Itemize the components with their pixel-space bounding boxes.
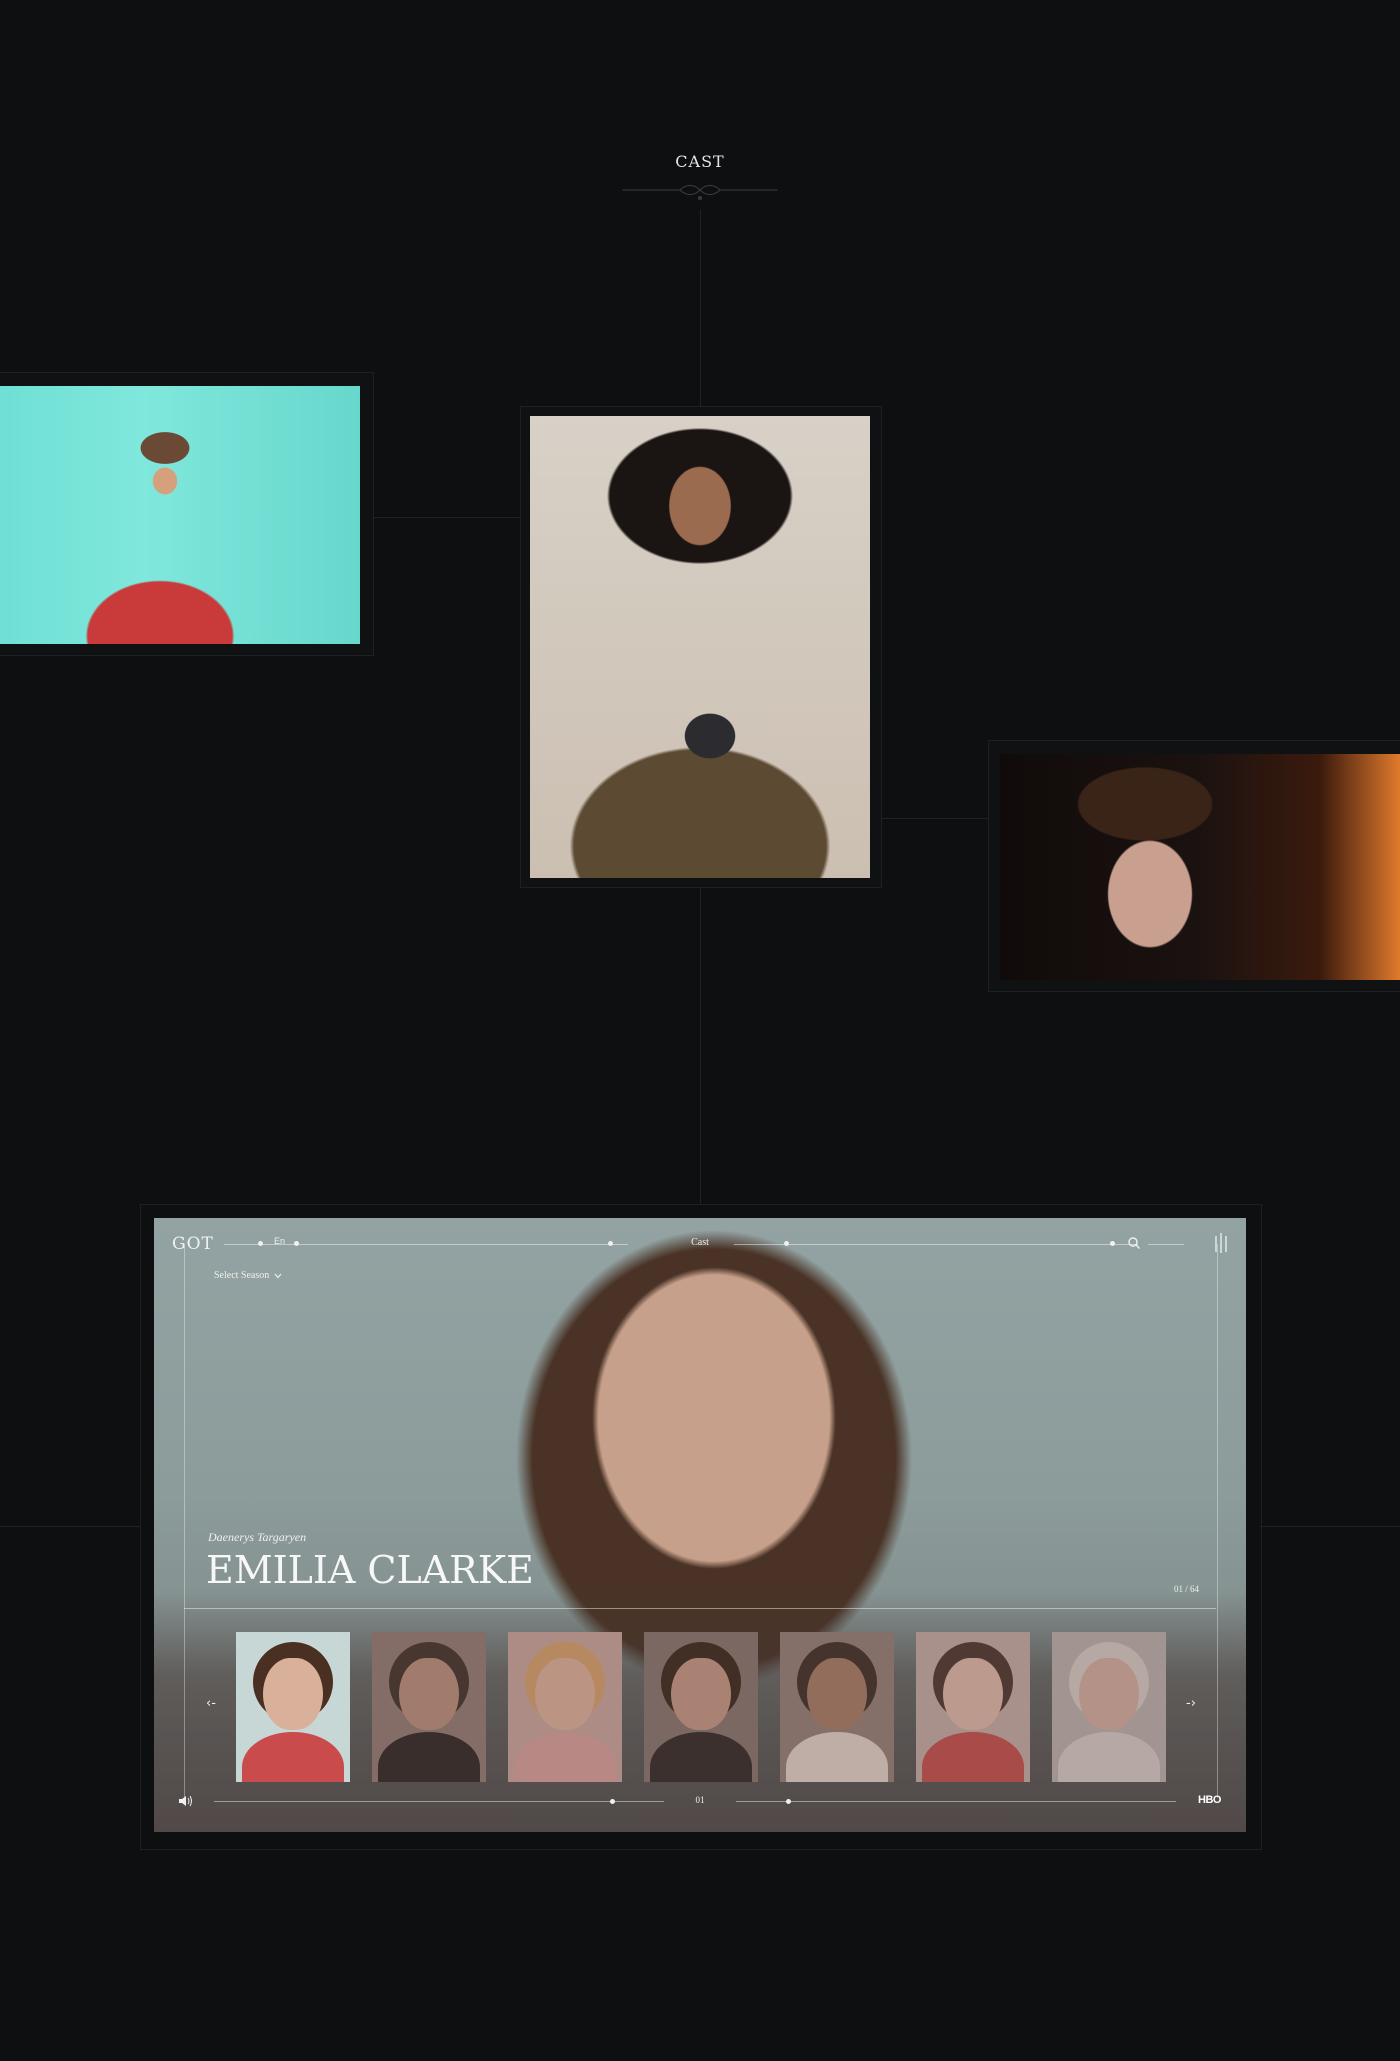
thumbnail-hair <box>933 1642 1013 1722</box>
bottom-bar: 01 HBO <box>154 1792 1246 1812</box>
cast-photo-nathalie[interactable] <box>530 416 870 878</box>
cast-counter: 01 / 64 <box>1174 1584 1200 1594</box>
thumbnail-body <box>1058 1732 1160 1782</box>
menu-icon[interactable] <box>1212 1232 1230 1254</box>
actor-name: EMILIA CLARKE <box>206 1548 534 1592</box>
thumbnail-face <box>807 1658 867 1730</box>
hbo-logo: HBO <box>1198 1794 1221 1806</box>
page-number: 01 <box>695 1795 705 1805</box>
cast-photo-iwan[interactable] <box>1000 754 1400 980</box>
cast-photo-richard[interactable] <box>0 386 360 644</box>
thumbnail-hair <box>389 1642 469 1722</box>
section-title: CAST <box>675 152 725 171</box>
thumbnail-face <box>1079 1658 1139 1730</box>
thumbnail-face <box>263 1658 323 1730</box>
connector-line <box>1260 1526 1400 1527</box>
thumbnail-face <box>671 1658 731 1730</box>
thumbnail-hair <box>661 1642 741 1722</box>
cast-thumbnail[interactable] <box>372 1632 486 1782</box>
app-window: GOT En Cast Select Season Daenerys Targa… <box>154 1218 1246 1832</box>
connector-line <box>880 818 988 819</box>
thumbnail-face <box>535 1658 595 1730</box>
thumbnail-face <box>399 1658 459 1730</box>
search-icon[interactable] <box>1127 1236 1141 1250</box>
thumbnail-body <box>378 1732 480 1782</box>
thumbnail-body <box>514 1732 616 1782</box>
connector-line <box>0 1526 140 1527</box>
thumbnail-body <box>922 1732 1024 1782</box>
thumbnail-body <box>242 1732 344 1782</box>
top-bar: GOT En Cast <box>154 1232 1246 1256</box>
connector-line <box>700 885 701 1205</box>
connector-line <box>700 210 701 410</box>
thumbnail-body <box>786 1732 888 1782</box>
cast-thumbnail[interactable] <box>916 1632 1030 1782</box>
thumbnail-face <box>943 1658 1003 1730</box>
cast-carousel <box>236 1632 1166 1782</box>
cast-thumbnail[interactable] <box>508 1632 622 1782</box>
thumbnail-hair <box>797 1642 877 1722</box>
thumbnail-hair <box>525 1642 605 1722</box>
cast-thumbnail[interactable] <box>1052 1632 1166 1782</box>
connector-line <box>373 517 520 518</box>
next-arrow-icon[interactable]: -› <box>1186 1696 1196 1711</box>
nav-cast-link[interactable]: Cast <box>154 1237 1246 1248</box>
thumbnail-body <box>650 1732 752 1782</box>
cast-thumbnail[interactable] <box>780 1632 894 1782</box>
separator <box>184 1608 1216 1609</box>
season-select-label: Select Season <box>214 1270 270 1281</box>
cast-thumbnail[interactable] <box>236 1632 350 1782</box>
thumbnail-hair <box>1069 1642 1149 1722</box>
prev-arrow-icon[interactable]: ‹- <box>206 1696 216 1711</box>
ornament-divider <box>622 185 778 200</box>
cast-thumbnail[interactable] <box>644 1632 758 1782</box>
season-select[interactable]: Select Season <box>214 1270 282 1281</box>
character-name: Daenerys Targaryen <box>208 1530 307 1544</box>
chevron-down-icon <box>274 1273 282 1278</box>
